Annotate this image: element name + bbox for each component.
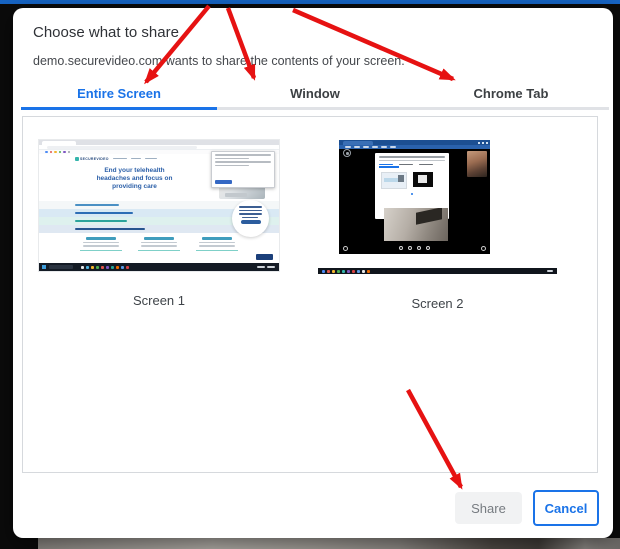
screen-list-panel: SECUREVIDEO End your telehealth headache…	[22, 116, 598, 473]
securevideo-brand: SECUREVIDEO	[80, 157, 109, 161]
mini-hero-text: End your telehealth headaches and focus …	[67, 167, 202, 191]
screen-1-label: Screen 1	[39, 293, 279, 308]
cancel-button[interactable]: Cancel	[533, 490, 599, 526]
screen-2-thumbnail[interactable]	[318, 140, 557, 274]
mini-browser-addressbar	[39, 145, 279, 150]
background-video-strip	[38, 538, 620, 549]
mini-participant-avatar	[343, 149, 351, 157]
invite-icon	[417, 246, 421, 250]
nav-link-bar	[131, 158, 141, 160]
mini-footer-columns	[39, 233, 279, 263]
mini-notification-popup	[211, 151, 275, 188]
mini-corner-icon	[481, 246, 486, 251]
screen-1-option[interactable]: SECUREVIDEO End your telehealth headache…	[39, 117, 318, 472]
nav-link-bar	[145, 158, 157, 160]
mini-call-controls	[339, 242, 490, 254]
share-button[interactable]: Share	[455, 492, 522, 524]
mini-badge-button	[241, 220, 261, 224]
taskbar-icons	[81, 266, 129, 269]
dialog-title: Choose what to share	[33, 24, 593, 41]
tab-chrome-tab[interactable]: Chrome Tab	[413, 83, 609, 110]
system-tray	[257, 266, 275, 268]
bookmark-icons	[45, 151, 70, 154]
securevideo-logo-icon	[75, 157, 79, 161]
taskbar-icons	[322, 270, 370, 273]
dialog-subtitle: demo.securevideo.com wants to share the …	[33, 54, 593, 68]
mini-popup-button	[215, 180, 232, 185]
camera-icon	[399, 246, 403, 250]
mic-icon	[408, 246, 412, 250]
screen-2-option[interactable]: Screen 2	[318, 117, 597, 472]
screen-2-label: Screen 2	[318, 296, 557, 311]
mini-webcam-feed	[467, 151, 487, 177]
mini-circle-badge	[232, 200, 269, 237]
mini-window-controls	[478, 142, 488, 144]
tab-window[interactable]: Window	[217, 83, 413, 110]
tab-entire-screen[interactable]: Entire Screen	[21, 83, 217, 110]
dialog-footer: Share Cancel	[455, 490, 599, 526]
mini-taskbar-2	[318, 268, 557, 274]
mini-window-titlebar	[339, 140, 490, 145]
taskbar-search	[49, 265, 73, 269]
start-icon	[42, 265, 46, 269]
mini-videocall-window	[339, 140, 490, 254]
screen-1-thumbnail[interactable]: SECUREVIDEO End your telehealth headache…	[39, 140, 279, 271]
mini-room-video	[384, 208, 448, 241]
mini-taskbar	[39, 263, 279, 271]
background-browser-topbar	[0, 0, 620, 4]
system-tray	[547, 270, 553, 272]
nav-link-bar	[113, 158, 127, 160]
share-screen-icon	[426, 246, 430, 250]
mini-corner-icon	[343, 246, 348, 251]
share-picker-dialog: Choose what to share demo.securevideo.co…	[13, 8, 613, 538]
share-type-tabs: Entire Screen Window Chrome Tab	[21, 83, 609, 110]
mini-footer-button	[256, 254, 273, 260]
mini-window-toolbar	[339, 145, 490, 149]
